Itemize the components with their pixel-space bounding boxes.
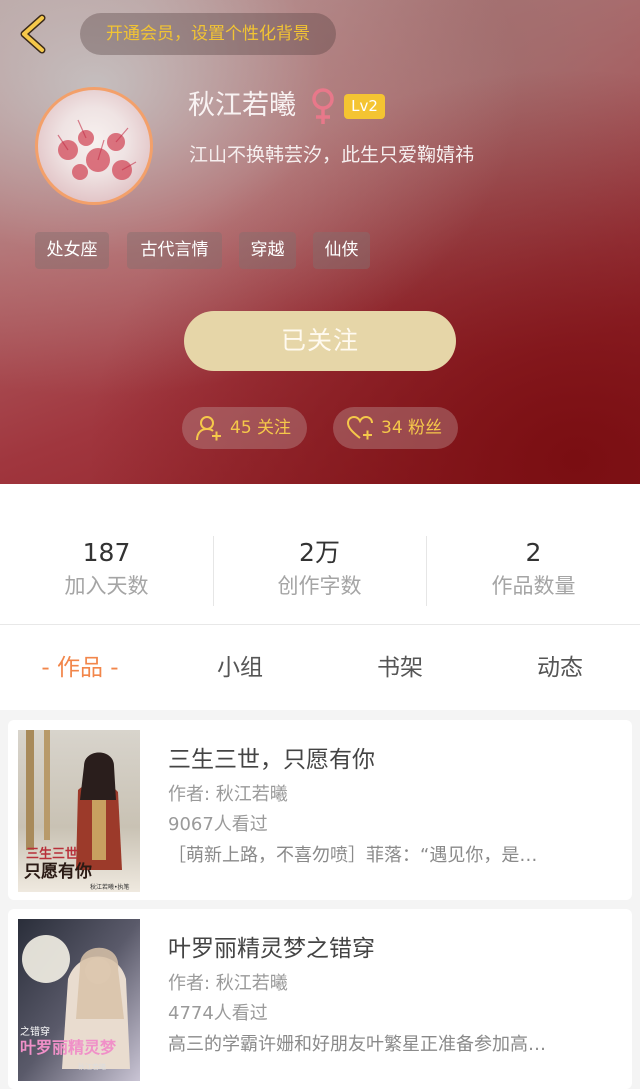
book-author: 作者: 秋江若曦 xyxy=(168,973,288,994)
back-arrow-icon[interactable] xyxy=(14,12,54,56)
cover-title: 叶罗丽精灵梦 xyxy=(20,1038,117,1057)
svg-text:之错穿: 之错穿 xyxy=(20,1025,50,1038)
username: 秋江若曦 xyxy=(188,90,296,121)
book-views: 4774人看过 xyxy=(168,1003,268,1024)
stat-value: 2 xyxy=(525,538,542,567)
book-description: 高三的学霸许姗和好朋友叶繁星正准备参加高… xyxy=(168,1034,546,1055)
tag-time-travel[interactable]: 穿越 xyxy=(239,232,296,269)
tag-xianxia[interactable]: 仙侠 xyxy=(313,232,370,269)
tab-works[interactable]: - 作品 - xyxy=(0,625,160,711)
profile-tabs: - 作品 - 小组 书架 动态 xyxy=(0,624,640,710)
cover-caption: 秋江若曦 xyxy=(78,1062,106,1071)
stat-join-days: 187 加入天数 xyxy=(0,535,213,605)
stat-works-count: 2 作品数量 xyxy=(427,535,640,605)
avatar[interactable] xyxy=(35,87,153,205)
book-cover-image-1: 三生三世 只愿有你 秋江若曦•执笔 xyxy=(18,730,140,892)
book-cover-image-2: 之错穿 叶罗丽精灵梦 秋江若曦 xyxy=(18,919,140,1081)
book-cover[interactable]: 之错穿 叶罗丽精灵梦 秋江若曦 xyxy=(18,919,140,1081)
female-gender-icon xyxy=(312,88,334,124)
followed-button[interactable]: 已关注 xyxy=(184,311,456,371)
heart-plus-icon xyxy=(347,415,373,440)
book-title[interactable]: 三生三世，只愿有你 xyxy=(168,744,375,776)
book-author: 作者: 秋江若曦 xyxy=(168,784,288,805)
profile-header: 开通会员，设置个性化背景 秋江若曦 Lv2 江山不换韩芸汐，此生只爱鞠婧祎 处女… xyxy=(0,0,640,484)
stat-word-count: 2万 创作字数 xyxy=(213,535,426,605)
book-cover[interactable]: 三生三世 只愿有你 秋江若曦•执笔 xyxy=(18,730,140,892)
book-card[interactable]: 之错穿 叶罗丽精灵梦 秋江若曦 叶罗丽精灵梦之错穿 作者: 秋江若曦 4774人… xyxy=(8,909,632,1089)
stat-label: 加入天数 xyxy=(64,574,149,598)
stat-label: 作品数量 xyxy=(491,574,576,598)
tag-genre-ancient-romance[interactable]: 古代言情 xyxy=(127,232,222,269)
stat-value: 187 xyxy=(82,538,131,567)
user-bio: 江山不换韩芸汐，此生只爱鞠婧祎 xyxy=(189,144,475,166)
tag-zodiac[interactable]: 处女座 xyxy=(35,232,109,269)
following-count: 45 关注 xyxy=(230,418,292,438)
stat-label: 创作字数 xyxy=(277,574,362,598)
following-count-button[interactable]: 45 关注 xyxy=(182,407,307,449)
tab-groups[interactable]: 小组 xyxy=(160,625,320,711)
tab-activity[interactable]: 动态 xyxy=(480,625,640,711)
stats-panel: 187 加入天数 2万 创作字数 2 作品数量 xyxy=(0,484,640,624)
book-description: ［萌新上路，不喜勿喷］菲落：“遇见你，是… xyxy=(168,845,538,866)
book-card[interactable]: 三生三世 只愿有你 秋江若曦•执笔 三生三世，只愿有你 作者: 秋江若曦 906… xyxy=(8,720,632,900)
cover-caption: 秋江若曦•执笔 xyxy=(90,883,130,891)
cover-title: 只愿有你 xyxy=(24,861,92,882)
book-views: 9067人看过 xyxy=(168,814,268,835)
avatar-flower-image xyxy=(57,119,137,180)
vip-background-banner[interactable]: 开通会员，设置个性化背景 xyxy=(80,13,336,55)
level-badge: Lv2 xyxy=(344,94,385,119)
svg-text:三生三世: 三生三世 xyxy=(26,846,78,862)
stat-value: 2万 xyxy=(299,538,340,567)
book-title[interactable]: 叶罗丽精灵梦之错穿 xyxy=(168,933,375,965)
tab-bookshelf[interactable]: 书架 xyxy=(320,625,480,711)
followers-count-button[interactable]: 34 粉丝 xyxy=(333,407,458,449)
followers-count: 34 粉丝 xyxy=(381,418,443,438)
user-add-icon xyxy=(196,416,221,441)
